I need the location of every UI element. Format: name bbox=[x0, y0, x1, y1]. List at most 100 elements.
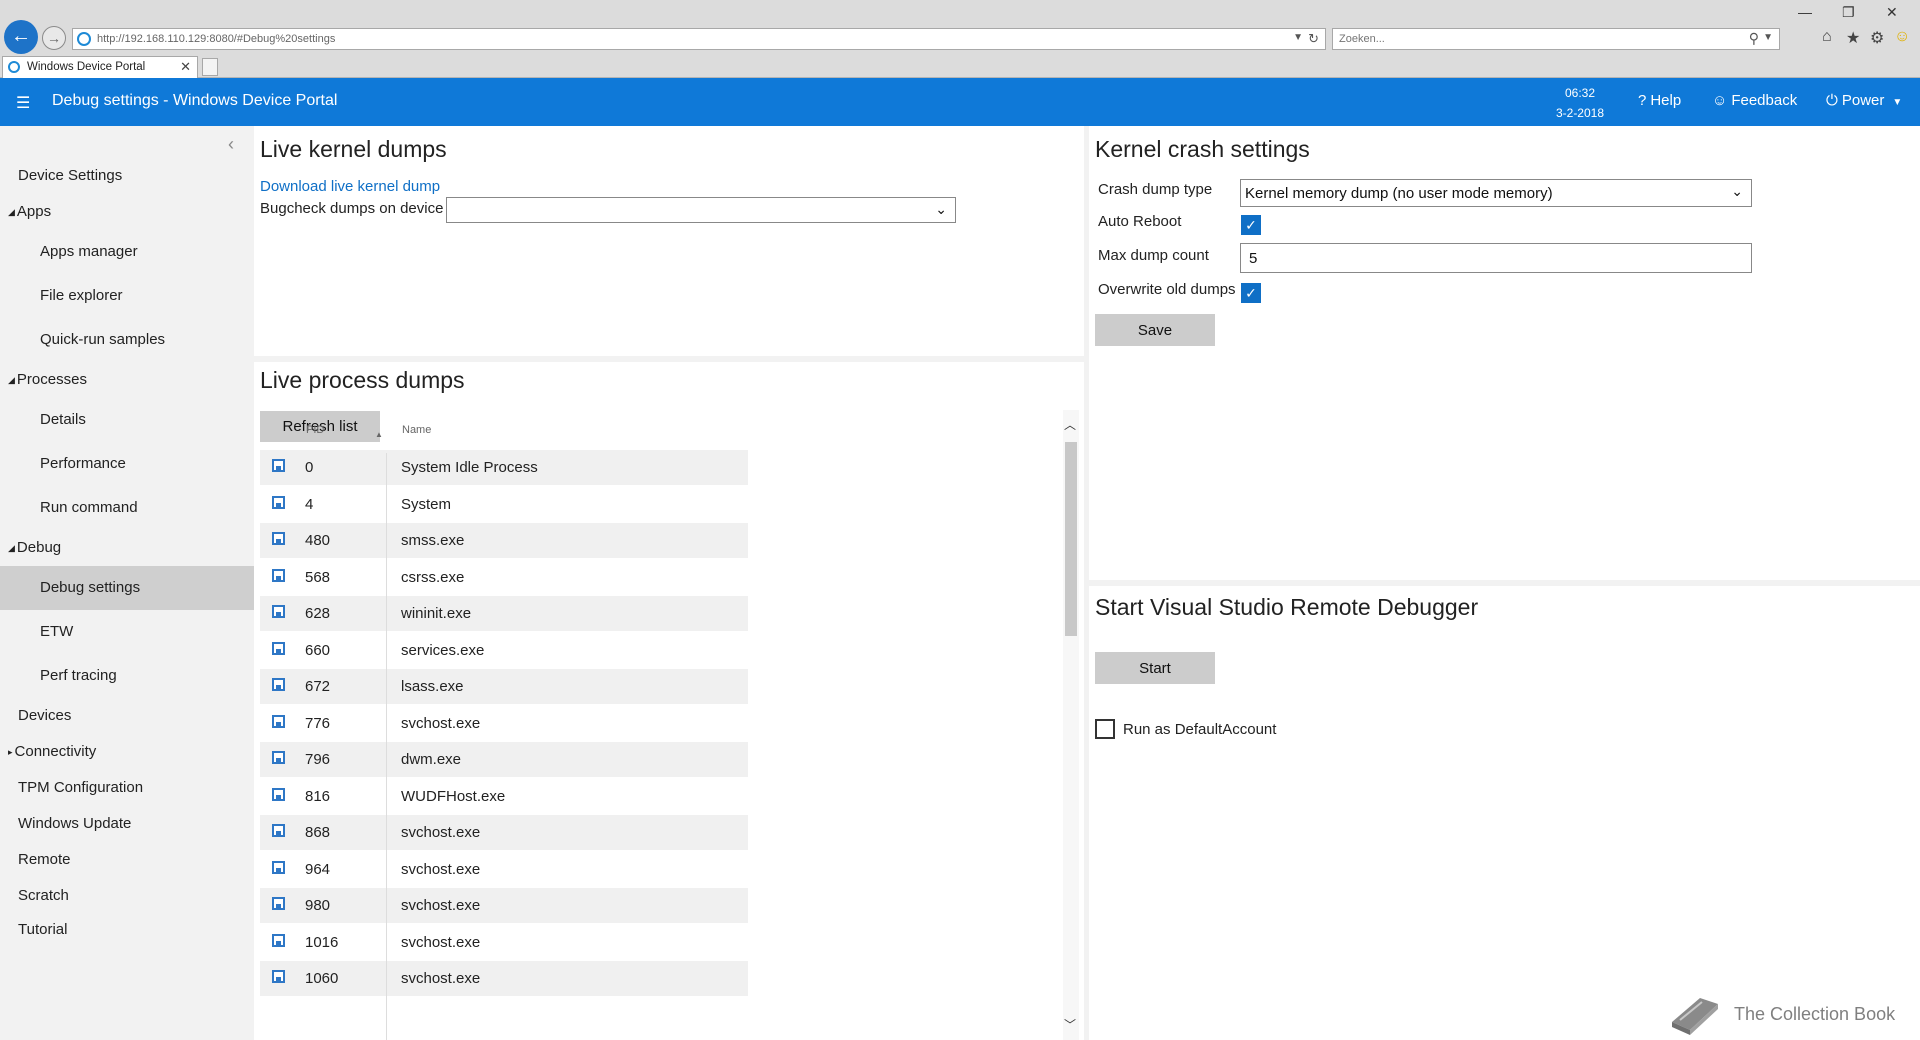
search-bar[interactable]: ⚲ ▼ bbox=[1332, 28, 1780, 50]
help-button[interactable]: ? Help bbox=[1638, 92, 1685, 109]
hamburger-menu-icon[interactable]: ☰ bbox=[16, 93, 30, 113]
save-dump-icon[interactable] bbox=[272, 970, 285, 983]
table-row[interactable]: 480 smss.exe bbox=[260, 523, 748, 558]
save-dump-icon[interactable] bbox=[272, 459, 285, 472]
sidebar-item-windows-update[interactable]: Windows Update bbox=[0, 806, 254, 842]
forward-arrow-icon[interactable]: → bbox=[42, 26, 66, 50]
feedback-button[interactable]: ☺ Feedback bbox=[1712, 92, 1801, 109]
save-dump-icon[interactable] bbox=[272, 897, 285, 910]
save-dump-icon[interactable] bbox=[272, 532, 285, 545]
column-header-name[interactable]: Name bbox=[402, 424, 431, 436]
save-dump-icon[interactable] bbox=[272, 605, 285, 618]
sidebar-group-processes[interactable]: ◢ Processes bbox=[0, 362, 254, 398]
table-row[interactable]: 660 services.exe bbox=[260, 633, 748, 668]
sidebar-item-quick-run-samples[interactable]: Quick-run samples bbox=[0, 322, 254, 358]
browser-chrome: ← → http://192.168.110.129:8080/#Debug%2… bbox=[0, 0, 1920, 78]
table-row[interactable]: 816 WUDFHost.exe bbox=[260, 779, 748, 814]
sidebar-item-device-settings[interactable]: Device Settings bbox=[0, 158, 254, 194]
address-bar[interactable]: http://192.168.110.129:8080/#Debug%20set… bbox=[72, 28, 1326, 50]
sidebar-item-apps-manager[interactable]: Apps manager bbox=[0, 234, 254, 270]
save-dump-icon[interactable] bbox=[272, 860, 285, 874]
sidebar-item-file-explorer[interactable]: File explorer bbox=[0, 278, 254, 314]
gear-icon[interactable]: ⚙ bbox=[1870, 28, 1884, 48]
home-icon[interactable]: ⌂ bbox=[1822, 28, 1832, 46]
table-row[interactable]: 4 System bbox=[260, 487, 748, 522]
scroll-thumb[interactable] bbox=[1065, 442, 1077, 636]
start-debugger-button[interactable]: Start bbox=[1095, 652, 1215, 684]
table-row[interactable]: 1060 svchost.exe bbox=[260, 961, 748, 996]
process-list-scrollbar[interactable]: ︿ ﹀ bbox=[1063, 410, 1079, 1040]
table-row[interactable]: 980 svchost.exe bbox=[260, 888, 748, 923]
sidebar-item-devices[interactable]: Devices bbox=[0, 698, 254, 734]
table-row[interactable]: 868 svchost.exe bbox=[260, 815, 748, 850]
restore-icon[interactable]: ❐ bbox=[1842, 4, 1855, 21]
sidebar-item-details[interactable]: Details bbox=[0, 402, 254, 438]
table-row[interactable]: 672 lsass.exe bbox=[260, 669, 748, 704]
save-button[interactable]: Save bbox=[1095, 314, 1215, 346]
auto-reboot-checkbox[interactable]: ✓ bbox=[1241, 215, 1261, 235]
table-row[interactable]: 776 svchost.exe bbox=[260, 706, 748, 741]
site-favicon-icon bbox=[77, 32, 91, 46]
crash-dump-type-select[interactable]: Kernel memory dump (no user mode memory)… bbox=[1240, 179, 1752, 207]
address-dropdown-icon[interactable]: ▼ bbox=[1293, 32, 1303, 43]
save-dump-icon[interactable] bbox=[272, 751, 285, 764]
refresh-icon[interactable]: ↻ bbox=[1308, 31, 1319, 47]
overwrite-old-dumps-checkbox[interactable]: ✓ bbox=[1241, 283, 1261, 303]
save-dump-icon[interactable] bbox=[272, 495, 285, 509]
back-arrow-icon[interactable]: ← bbox=[4, 20, 38, 54]
save-dump-icon[interactable] bbox=[272, 568, 285, 582]
save-dump-icon[interactable] bbox=[272, 933, 285, 947]
run-as-default-account-checkbox[interactable] bbox=[1095, 719, 1115, 739]
table-row[interactable]: 964 svchost.exe bbox=[260, 852, 748, 887]
download-kernel-dump-link[interactable]: Download live kernel dump bbox=[260, 178, 440, 195]
sidebar-item-debug-settings[interactable]: Debug settings bbox=[0, 566, 254, 610]
process-pid: 964 bbox=[305, 860, 331, 878]
save-dump-icon[interactable] bbox=[272, 678, 285, 691]
sidebar-item-remote[interactable]: Remote bbox=[0, 842, 254, 878]
max-dump-count-input[interactable] bbox=[1241, 244, 1751, 272]
sidebar-item-scratch[interactable]: Scratch bbox=[0, 878, 254, 914]
process-pid: 0 bbox=[305, 459, 314, 476]
sidebar-item-perf-tracing[interactable]: Perf tracing bbox=[0, 658, 254, 694]
save-dump-icon[interactable] bbox=[272, 714, 285, 728]
column-header-pid[interactable]: PID bbox=[306, 424, 324, 436]
browser-tab[interactable]: Windows Device Portal ✕ bbox=[2, 56, 198, 78]
table-row[interactable]: 568 csrss.exe bbox=[260, 560, 748, 595]
scroll-up-icon[interactable]: ︿ bbox=[1064, 416, 1076, 433]
table-row[interactable]: 628 wininit.exe bbox=[260, 596, 748, 631]
bugcheck-dumps-select[interactable]: ⌄ bbox=[446, 197, 956, 223]
search-input[interactable] bbox=[1333, 29, 1733, 49]
search-icon[interactable]: ⚲ bbox=[1749, 30, 1759, 47]
page-title: Debug settings - Windows Device Portal bbox=[52, 92, 338, 109]
search-dropdown-icon[interactable]: ▼ bbox=[1763, 32, 1773, 43]
minimize-icon[interactable]: — bbox=[1798, 4, 1812, 20]
max-dump-count-field[interactable] bbox=[1240, 243, 1752, 273]
new-tab-icon[interactable] bbox=[202, 58, 218, 76]
table-row[interactable]: 796 dwm.exe bbox=[260, 742, 748, 777]
process-name: dwm.exe bbox=[401, 751, 462, 768]
sidebar-item-tpm-configuration[interactable]: TPM Configuration bbox=[0, 770, 254, 806]
table-row[interactable]: 0 System Idle Process bbox=[260, 450, 748, 485]
favorites-star-icon[interactable]: ★ bbox=[1846, 28, 1860, 48]
table-row[interactable]: 1016 svchost.exe bbox=[260, 925, 748, 960]
sidebar-item-performance[interactable]: Performance bbox=[0, 446, 254, 482]
sidebar-item-run-command[interactable]: Run command bbox=[0, 490, 254, 526]
process-name: smss.exe bbox=[401, 532, 465, 549]
save-dump-icon[interactable] bbox=[272, 641, 285, 655]
sidebar-item-tutorial[interactable]: Tutorial bbox=[0, 912, 254, 948]
sidebar-item-etw[interactable]: ETW bbox=[0, 614, 254, 650]
sidebar-group-connectivity[interactable]: ▸ Connectivity bbox=[0, 734, 254, 770]
smiley-icon[interactable]: ☺ bbox=[1894, 28, 1910, 46]
sidebar-group-apps[interactable]: ◢ Apps bbox=[0, 194, 254, 230]
process-name: lsass.exe bbox=[401, 678, 464, 695]
scroll-down-icon[interactable]: ﹀ bbox=[1064, 1016, 1076, 1033]
sort-ascending-icon: ▲ bbox=[375, 430, 383, 439]
sidebar-group-debug[interactable]: ◢ Debug bbox=[0, 530, 254, 566]
save-dump-icon[interactable] bbox=[272, 824, 285, 837]
collapse-sidebar-icon[interactable]: ‹ bbox=[228, 134, 234, 155]
close-window-icon[interactable]: ✕ bbox=[1886, 4, 1898, 21]
process-name: System Idle Process bbox=[401, 459, 538, 476]
save-dump-icon[interactable] bbox=[272, 787, 285, 801]
tab-close-icon[interactable]: ✕ bbox=[180, 59, 191, 75]
power-button[interactable]: ⏻ Power ▼ bbox=[1826, 92, 1906, 109]
